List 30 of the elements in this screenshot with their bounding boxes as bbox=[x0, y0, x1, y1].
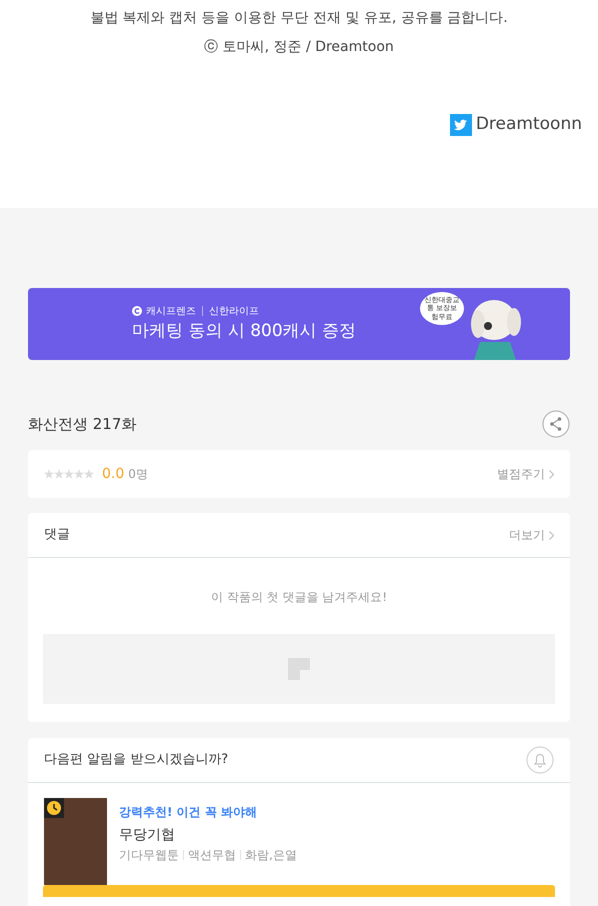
logo-icon bbox=[132, 306, 142, 316]
share-icon[interactable] bbox=[542, 410, 570, 438]
cover-image[interactable] bbox=[44, 798, 107, 885]
genre-text: 기다무웹툰 bbox=[119, 847, 179, 864]
comment-input-area[interactable] bbox=[43, 634, 555, 704]
rating-count: 0명 bbox=[128, 466, 148, 483]
star-icon bbox=[44, 469, 54, 479]
recommend-title[interactable]: 무당기협 bbox=[119, 825, 297, 846]
partner-text: 신한라이프 bbox=[209, 304, 259, 319]
chevron-icon bbox=[549, 530, 554, 540]
episode-title: 화산전생 217화 bbox=[28, 414, 136, 435]
comments-heading: 댓글 bbox=[44, 526, 70, 544]
alert-question: 다음편 알림을 받으시겠습니까? bbox=[44, 751, 228, 770]
star-icon bbox=[64, 469, 74, 479]
star-icon bbox=[74, 469, 84, 479]
notice-text: 불법 복제와 캡처 등을 이용한 무단 전재 및 유포, 공유를 금합니다. bbox=[89, 9, 509, 28]
star-icon bbox=[84, 469, 94, 479]
genre-text: 액션무협 bbox=[188, 847, 236, 864]
genre-text: 화람,은열 bbox=[245, 847, 297, 864]
star-icon bbox=[54, 469, 64, 479]
rating-score: 0.0 bbox=[102, 464, 124, 484]
empty-comments-text: 이 작품의 첫 댓글을 남겨주세요! bbox=[210, 589, 388, 606]
bell-icon[interactable] bbox=[526, 746, 554, 774]
copyright-text: ⓒ 토마씨, 정준 / Dreamtoon bbox=[203, 38, 395, 57]
banner-headline: 마케팅 동의 시 800캐시 증정 bbox=[132, 320, 358, 343]
brand-text: 캐시프렌즈 bbox=[146, 304, 196, 319]
twitter-handle[interactable]: Dreamtoonn bbox=[476, 112, 582, 138]
recommend-tag: 강력추천! 이건 꼭 봐야해 bbox=[119, 803, 297, 821]
clock-icon bbox=[44, 798, 64, 818]
chevron-icon bbox=[549, 470, 554, 478]
